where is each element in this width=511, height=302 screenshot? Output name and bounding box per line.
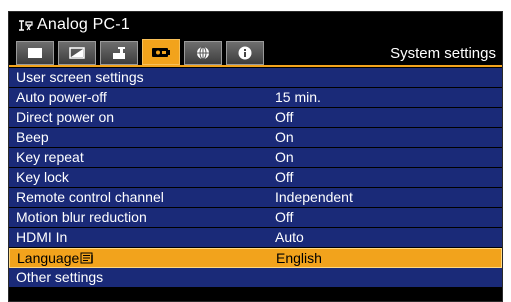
menu-item-user-screen-settings[interactable]: User screen settings [9,68,502,88]
menu-item-value: On [275,149,294,165]
tab-network[interactable] [184,41,222,65]
menu-item-label: Direct power on [16,109,115,125]
menu-item-language[interactable]: Language English [9,248,502,268]
menu-item-key-lock[interactable]: Key lock Off [9,168,502,188]
menu-tab-bar [16,39,264,65]
menu-item-label: Language [17,249,94,267]
tab-install-settings[interactable] [100,41,138,65]
menu-item-label: Beep [16,129,49,145]
info-icon [238,46,252,60]
tab-info[interactable] [226,41,264,65]
tab-system-settings[interactable] [142,39,180,65]
menu-item-value: Off [275,169,294,185]
menu-item-label: Motion blur reduction [16,209,147,225]
language-label-text: Language [17,250,80,266]
osd-menu-panel: Analog PC-1 System settings User screen … [8,11,503,302]
menu-item-value: Auto [275,229,304,245]
menu-item-key-repeat[interactable]: Key repeat On [9,148,502,168]
osd-frame: Analog PC-1 System settings User screen … [0,0,511,302]
network-globe-icon [197,46,209,60]
input-source-icon [19,20,33,31]
menu-item-label: HDMI In [16,229,68,245]
menu-item-value: English [276,250,322,266]
menu-item-label: User screen settings [16,69,144,85]
install-settings-icon [113,47,125,59]
menu-item-hdmi-in[interactable]: HDMI In Auto [9,228,502,248]
menu-item-auto-power-off[interactable]: Auto power-off 15 min. [9,88,502,108]
menu-item-value: On [275,129,294,145]
menu-item-beep[interactable]: Beep On [9,128,502,148]
input-source-title: Analog PC-1 [37,16,130,33]
menu-item-motion-blur-reduction[interactable]: Motion blur reduction Off [9,208,502,228]
menu-item-value: 15 min. [275,89,321,105]
section-title: System settings [390,45,496,62]
menu-item-value: Independent [275,189,353,205]
image-adjust-icon [69,47,85,59]
tab-picture[interactable] [16,41,54,65]
menu-header: Analog PC-1 System settings [9,12,502,65]
menu-item-other-settings[interactable]: Other settings [9,268,502,288]
system-settings-icon [152,48,170,57]
help-book-icon [80,252,94,264]
menu-item-value: Off [275,109,294,125]
menu-item-label: Key lock [16,169,69,185]
picture-icon [28,48,42,58]
menu-item-label: Other settings [16,269,104,285]
settings-menu-list: User screen settings Auto power-off 15 m… [9,68,502,288]
menu-item-label: Auto power-off [16,89,107,105]
menu-item-direct-power-on[interactable]: Direct power on Off [9,108,502,128]
tab-image-adjust[interactable] [58,41,96,65]
tab-underline [9,65,502,67]
menu-item-value: Off [275,209,294,225]
menu-item-remote-control-channel[interactable]: Remote control channel Independent [9,188,502,208]
menu-item-label: Key repeat [16,149,84,165]
menu-item-label: Remote control channel [16,189,164,205]
